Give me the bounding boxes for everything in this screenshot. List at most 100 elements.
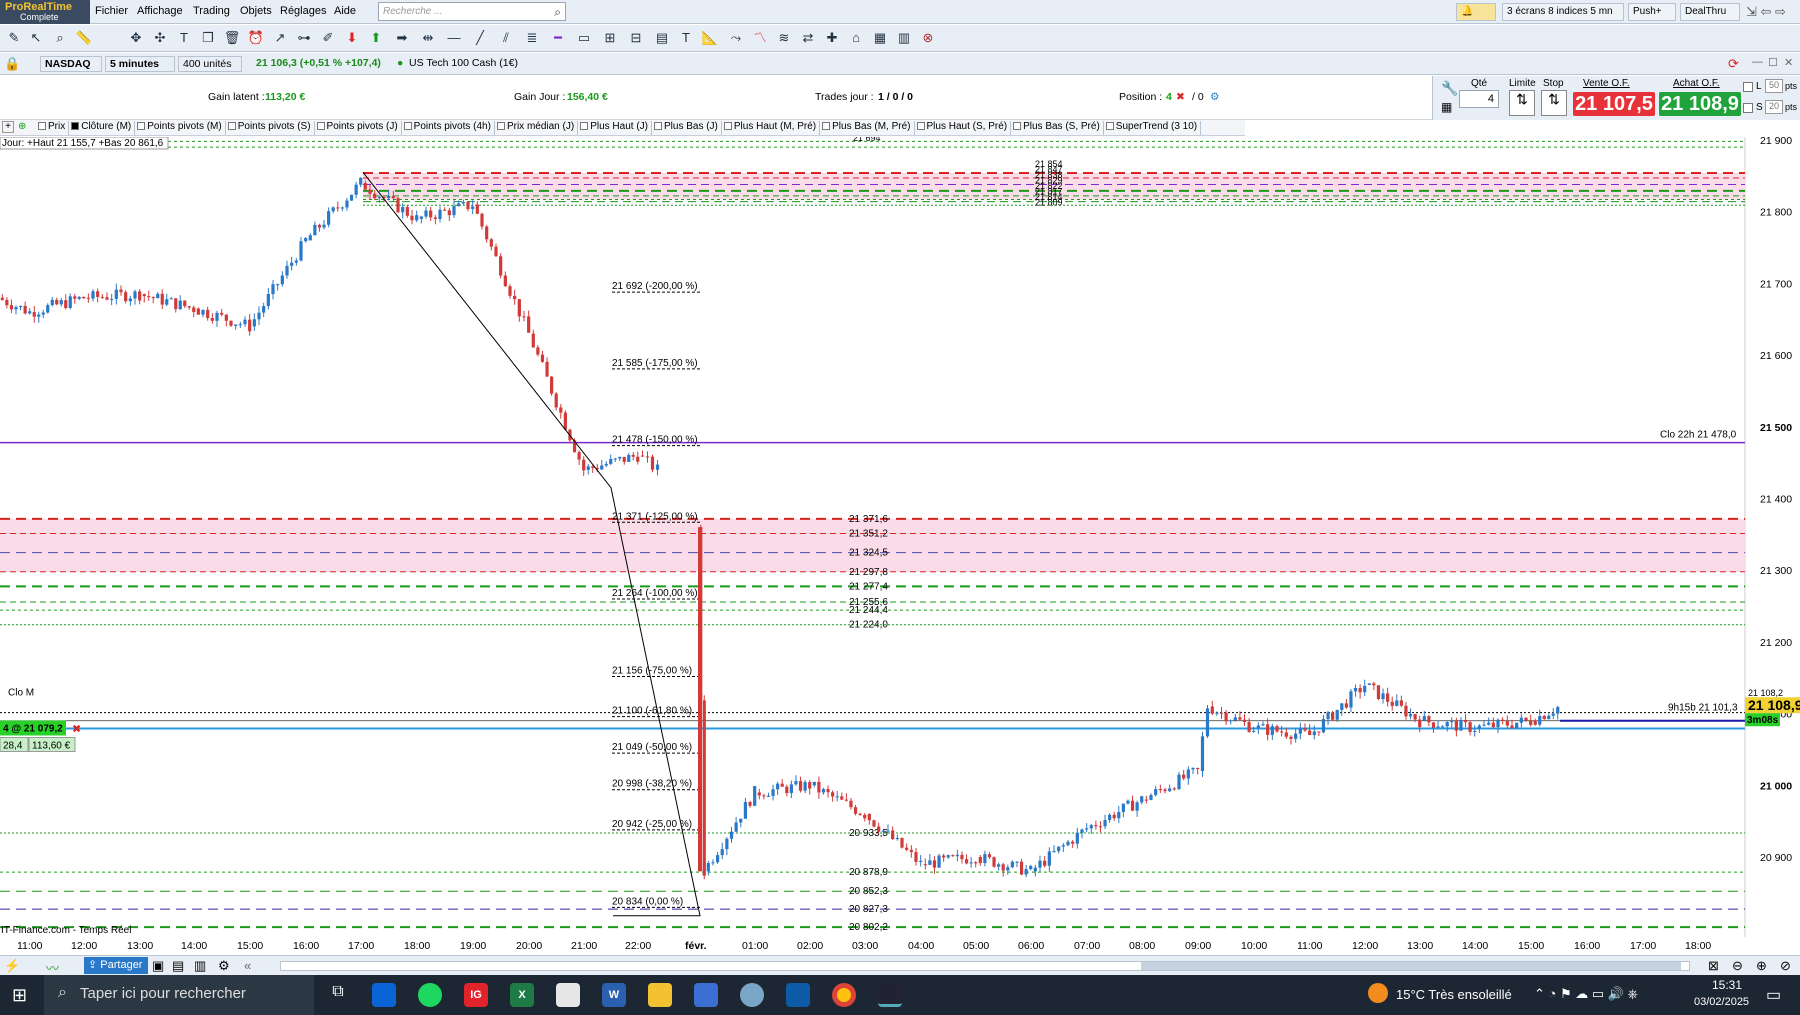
zoom-fit-icon[interactable]: ⊠ [1708, 958, 1719, 974]
ig-icon[interactable]: IG [464, 983, 488, 1007]
indicator-chip[interactable]: Prix médian (J) [495, 121, 579, 135]
limit-checkbox[interactable] [1743, 82, 1753, 92]
menu-fichier[interactable]: Fichier [95, 5, 128, 17]
indicator-checkbox[interactable] [227, 122, 236, 130]
price-chart[interactable]: 21 692 (-200,00 %) 21 585 (-175,00 %) 21 4… [0, 133, 1800, 944]
export-icon[interactable]: ▥ [194, 958, 206, 974]
sell-button[interactable]: 21 107,5 [1573, 92, 1655, 116]
menu-affichage[interactable]: Affichage [137, 5, 183, 17]
indicator-checkbox[interactable] [137, 122, 146, 130]
hline-purple-icon[interactable]: ━ [548, 29, 568, 47]
close-position-icon[interactable]: ✖ [1176, 91, 1185, 103]
dealthru-button[interactable]: DealThru [1680, 3, 1740, 21]
share-button[interactable]: ⇪ Partager [84, 957, 149, 974]
settings-icon[interactable]: ⚙ [1210, 91, 1219, 103]
diagonal-icon[interactable]: ╱ [470, 29, 490, 47]
ruler-icon[interactable]: 📏 [74, 29, 94, 47]
units-selector[interactable]: 400 unités [178, 56, 242, 72]
indicator-chip[interactable]: Plus Haut (J) [578, 121, 652, 135]
spotify-icon[interactable] [418, 983, 442, 1007]
indicator-chip[interactable]: Plus Haut (S, Pré) [915, 121, 1012, 135]
indicator-checkbox[interactable] [38, 122, 46, 130]
rectangle-icon[interactable]: ▭ [574, 29, 594, 47]
move-icon[interactable]: ✣ [150, 29, 170, 47]
chrome-icon[interactable] [832, 983, 856, 1007]
tools-icon[interactable]: 🔧 [1441, 80, 1458, 97]
indicator-checkbox[interactable] [580, 122, 589, 130]
minimize-icon[interactable]: — [1752, 56, 1763, 68]
chart-canvas[interactable]: 21 692 (-200,00 %) 21 585 (-175,00 %) 21 4… [0, 133, 1800, 937]
print-icon[interactable]: ▤ [172, 958, 184, 974]
scroll-left-icon[interactable]: « [244, 958, 251, 973]
windows-start-icon[interactable]: ⊞ [12, 985, 27, 1006]
arrow-line-icon[interactable]: ↗ [270, 29, 290, 47]
files-icon[interactable] [556, 983, 580, 1007]
segment-icon[interactable]: ⊶ [294, 29, 314, 47]
pencil-icon[interactable]: ✎ [4, 29, 24, 47]
add-overlay-icon[interactable]: ⊕ [18, 121, 26, 132]
arrow-right-icon[interactable]: ➡ [392, 29, 412, 47]
indicator-chip[interactable]: Plus Bas (M, Pré) [820, 121, 915, 135]
window-controls-icon[interactable]: ⇲ ⇦ ⇨ [1746, 4, 1786, 20]
indicator-chip[interactable]: Prix [36, 121, 70, 135]
label-icon[interactable]: ⌂ [846, 29, 866, 47]
task-view-icon[interactable]: ⧉ [326, 983, 350, 1007]
fib-time-icon[interactable]: ▤ [652, 29, 672, 47]
buy-button[interactable]: 21 108,9 [1659, 92, 1741, 116]
weather-icon[interactable] [1368, 983, 1388, 1003]
wave-icon[interactable]: ≋ [774, 29, 794, 47]
push-button[interactable]: Push+ [1628, 3, 1676, 21]
sync-icon[interactable]: ⚙ [218, 958, 230, 974]
refresh-icon[interactable]: ⟳ [1728, 56, 1739, 72]
add-indicator-icon[interactable]: + [2, 121, 14, 133]
close-position-icon[interactable]: ✖ [72, 724, 81, 736]
notification-icon[interactable]: ▭ [1766, 985, 1781, 1005]
excel-icon[interactable]: X [510, 983, 534, 1007]
indicator-chip[interactable]: Points pivots (S) [226, 121, 315, 135]
arrow-down-icon[interactable]: ⬇ [342, 29, 362, 47]
l-input[interactable]: 50 [1765, 79, 1783, 93]
pen-icon[interactable]: ✐ [318, 29, 338, 47]
gann-icon[interactable]: ✚ [822, 29, 842, 47]
fib-ext-icon[interactable]: ⊟ [626, 29, 646, 47]
indicator-checkbox[interactable] [653, 122, 662, 130]
indicator-checkbox[interactable] [403, 122, 412, 130]
crosshair-icon[interactable]: ✥ [126, 29, 146, 47]
hline-icon[interactable]: ⇹ [418, 29, 438, 47]
clear-icon[interactable]: ⊗ [918, 29, 938, 47]
measure-icon[interactable]: 📐 [700, 29, 720, 47]
close-icon[interactable]: ✕ [1784, 56, 1793, 69]
menu-reglages[interactable]: Réglages [280, 5, 326, 17]
indicator-chip[interactable]: Plus Bas (J) [652, 121, 722, 135]
channel-icon[interactable]: ⫽ [496, 29, 516, 47]
menu-objets[interactable]: Objets [240, 5, 272, 17]
indicator-checkbox[interactable] [1013, 122, 1022, 130]
timeframe-selector[interactable]: 5 minutes [105, 56, 175, 72]
indicator-chip[interactable]: SuperTrend (3 10) [1104, 121, 1202, 135]
indicator-checkbox[interactable] [71, 122, 80, 130]
text-icon[interactable]: T [174, 29, 194, 47]
tray-icons[interactable]: ⌃ ◔ ⚑ ☁ ▭ 🔊 ⎈ [1534, 986, 1638, 1002]
qty-input[interactable]: 4 [1459, 90, 1499, 108]
indicator-chip[interactable]: Points pivots (M) [135, 121, 226, 135]
menu-aide[interactable]: Aide [334, 5, 356, 17]
indicator-checkbox[interactable] [822, 122, 831, 130]
prorealtime-taskbar-icon[interactable] [878, 983, 902, 1007]
app-icon[interactable] [740, 983, 764, 1007]
indicator-chip[interactable]: Plus Haut (M, Pré) [722, 121, 821, 135]
zoom-icon[interactable]: ⌕ [50, 29, 70, 47]
screenshot-icon[interactable]: ▣ [152, 958, 164, 974]
indicator-chip[interactable]: Plus Bas (S, Pré) [1011, 121, 1104, 135]
calculator-icon[interactable]: ▦ [1441, 100, 1452, 114]
line-icon[interactable]: — [444, 29, 464, 47]
fibonacci-icon[interactable]: ≣ [522, 29, 542, 47]
indicator-menu-icon[interactable]: ⚡ [4, 958, 20, 974]
fib-retrace-icon[interactable]: ⊞ [600, 29, 620, 47]
store-icon[interactable] [372, 983, 396, 1007]
grid-icon[interactable]: ▦ [870, 29, 890, 47]
pattern-icon[interactable]: ⤳ [726, 29, 746, 47]
cycle-icon[interactable]: ⇄ [798, 29, 818, 47]
alarm-icon[interactable]: ⏰ [246, 29, 266, 47]
stop-checkbox[interactable] [1743, 103, 1753, 113]
scrollbar-thumb[interactable] [1141, 962, 1681, 970]
